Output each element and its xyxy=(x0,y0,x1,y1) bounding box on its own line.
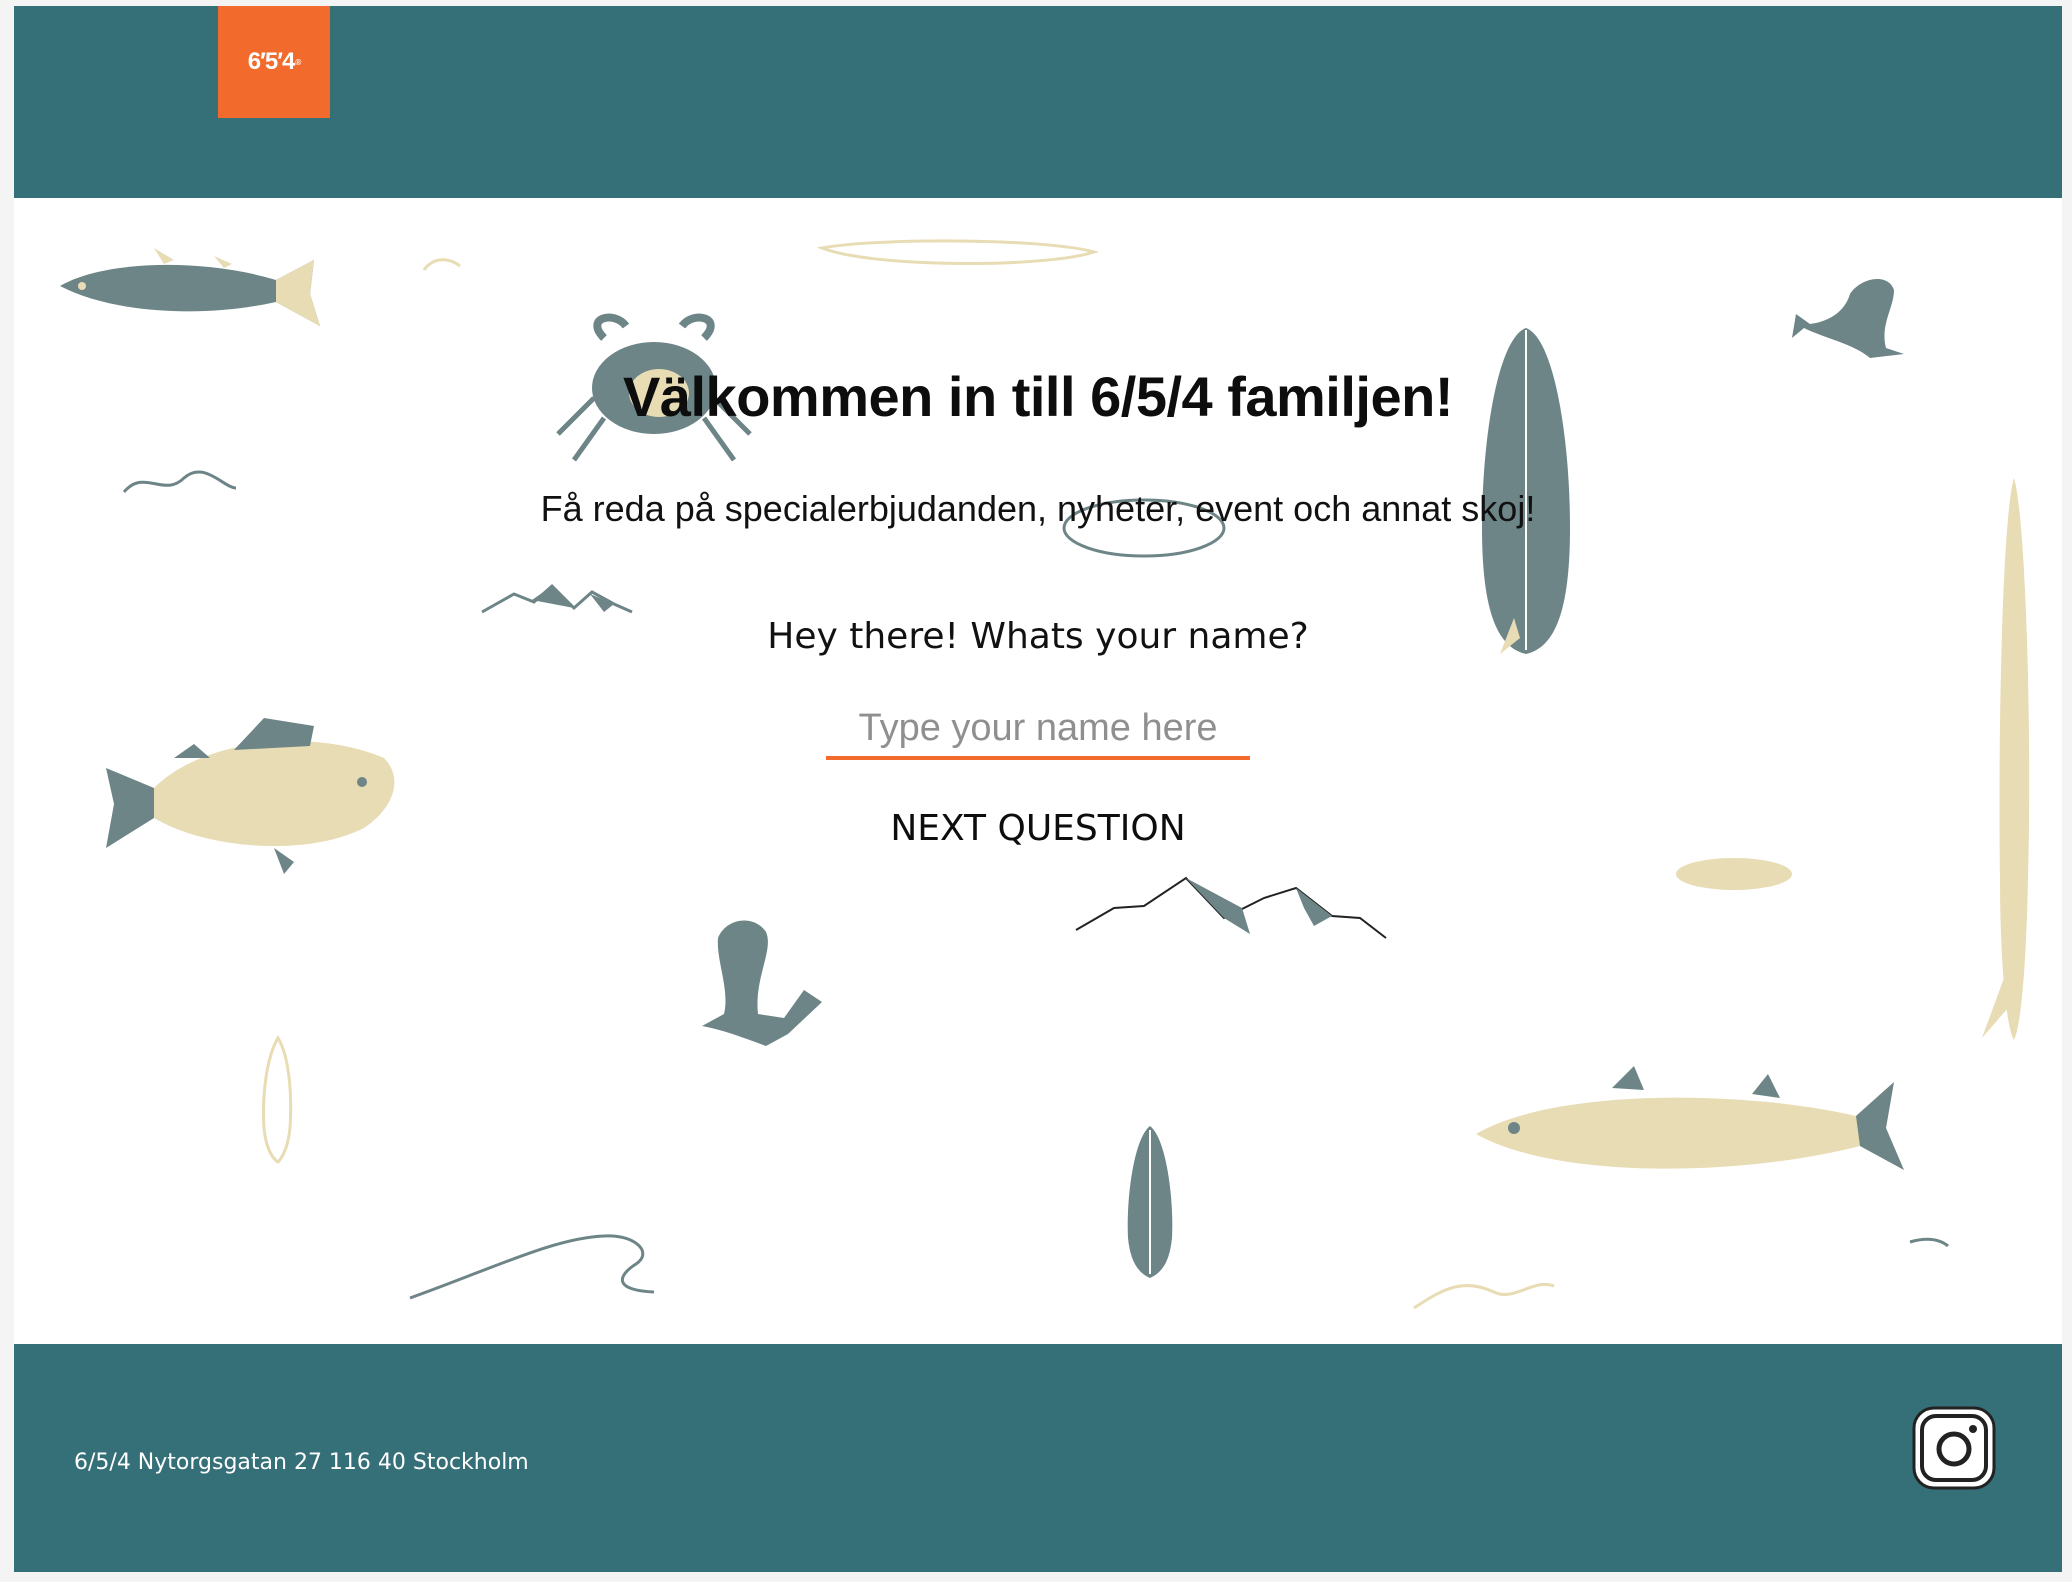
seal-illustration-top-right xyxy=(1792,278,1904,358)
mackerel-illustration-bottom-right xyxy=(1476,1066,1904,1170)
wave-squiggle-bottom xyxy=(1413,1282,1555,1310)
wave-squiggle-right xyxy=(1909,1237,1949,1248)
footer-address: 6/5/4 Nytorgsgatan 27 116 40 Stockholm xyxy=(74,1450,529,1475)
surfboard-outline-top xyxy=(816,239,1100,266)
mackerel-illustration-top-left xyxy=(60,248,320,326)
surfboard-small-slate xyxy=(1127,1126,1173,1278)
next-question-button[interactable]: NEXT QUESTION xyxy=(838,796,1238,860)
logo-registered-mark: ® xyxy=(295,57,301,67)
site-header: 6′5′4 ® xyxy=(14,6,2062,198)
name-input[interactable] xyxy=(826,700,1250,760)
question-label: Hey there! Whats your name? xyxy=(767,616,1309,657)
wave-illustration-bottom xyxy=(409,1234,655,1300)
site-footer: 6/5/4 Nytorgsgatan 27 116 40 Stockholm xyxy=(14,1344,2062,1572)
surfboard-flat-sand xyxy=(1676,858,1792,890)
page-title: Välkommen in till 6/5/4 familjen! xyxy=(623,365,1453,428)
signup-section: Välkommen in till 6/5/4 familjen! Få red… xyxy=(14,198,2062,1344)
brand-logo[interactable]: 6′5′4 ® xyxy=(218,6,330,118)
mountains-large xyxy=(1075,876,1387,939)
wave-squiggle-small xyxy=(422,258,461,271)
page-frame: 6′5′4 ® Välkommen in till 6/5/4 familjen… xyxy=(14,6,2062,1572)
logo-text: 6′5′4 xyxy=(247,48,296,75)
surfboard-tall-sand xyxy=(1982,478,2030,1040)
instagram-icon[interactable] xyxy=(1910,1404,1998,1492)
fish-illustration-left xyxy=(106,718,395,874)
surfboard-small-outline xyxy=(262,1035,293,1164)
seal-illustration-center xyxy=(702,920,822,1046)
page-subtitle: Få reda på specialerbjudanden, nyheter, … xyxy=(540,488,1536,529)
